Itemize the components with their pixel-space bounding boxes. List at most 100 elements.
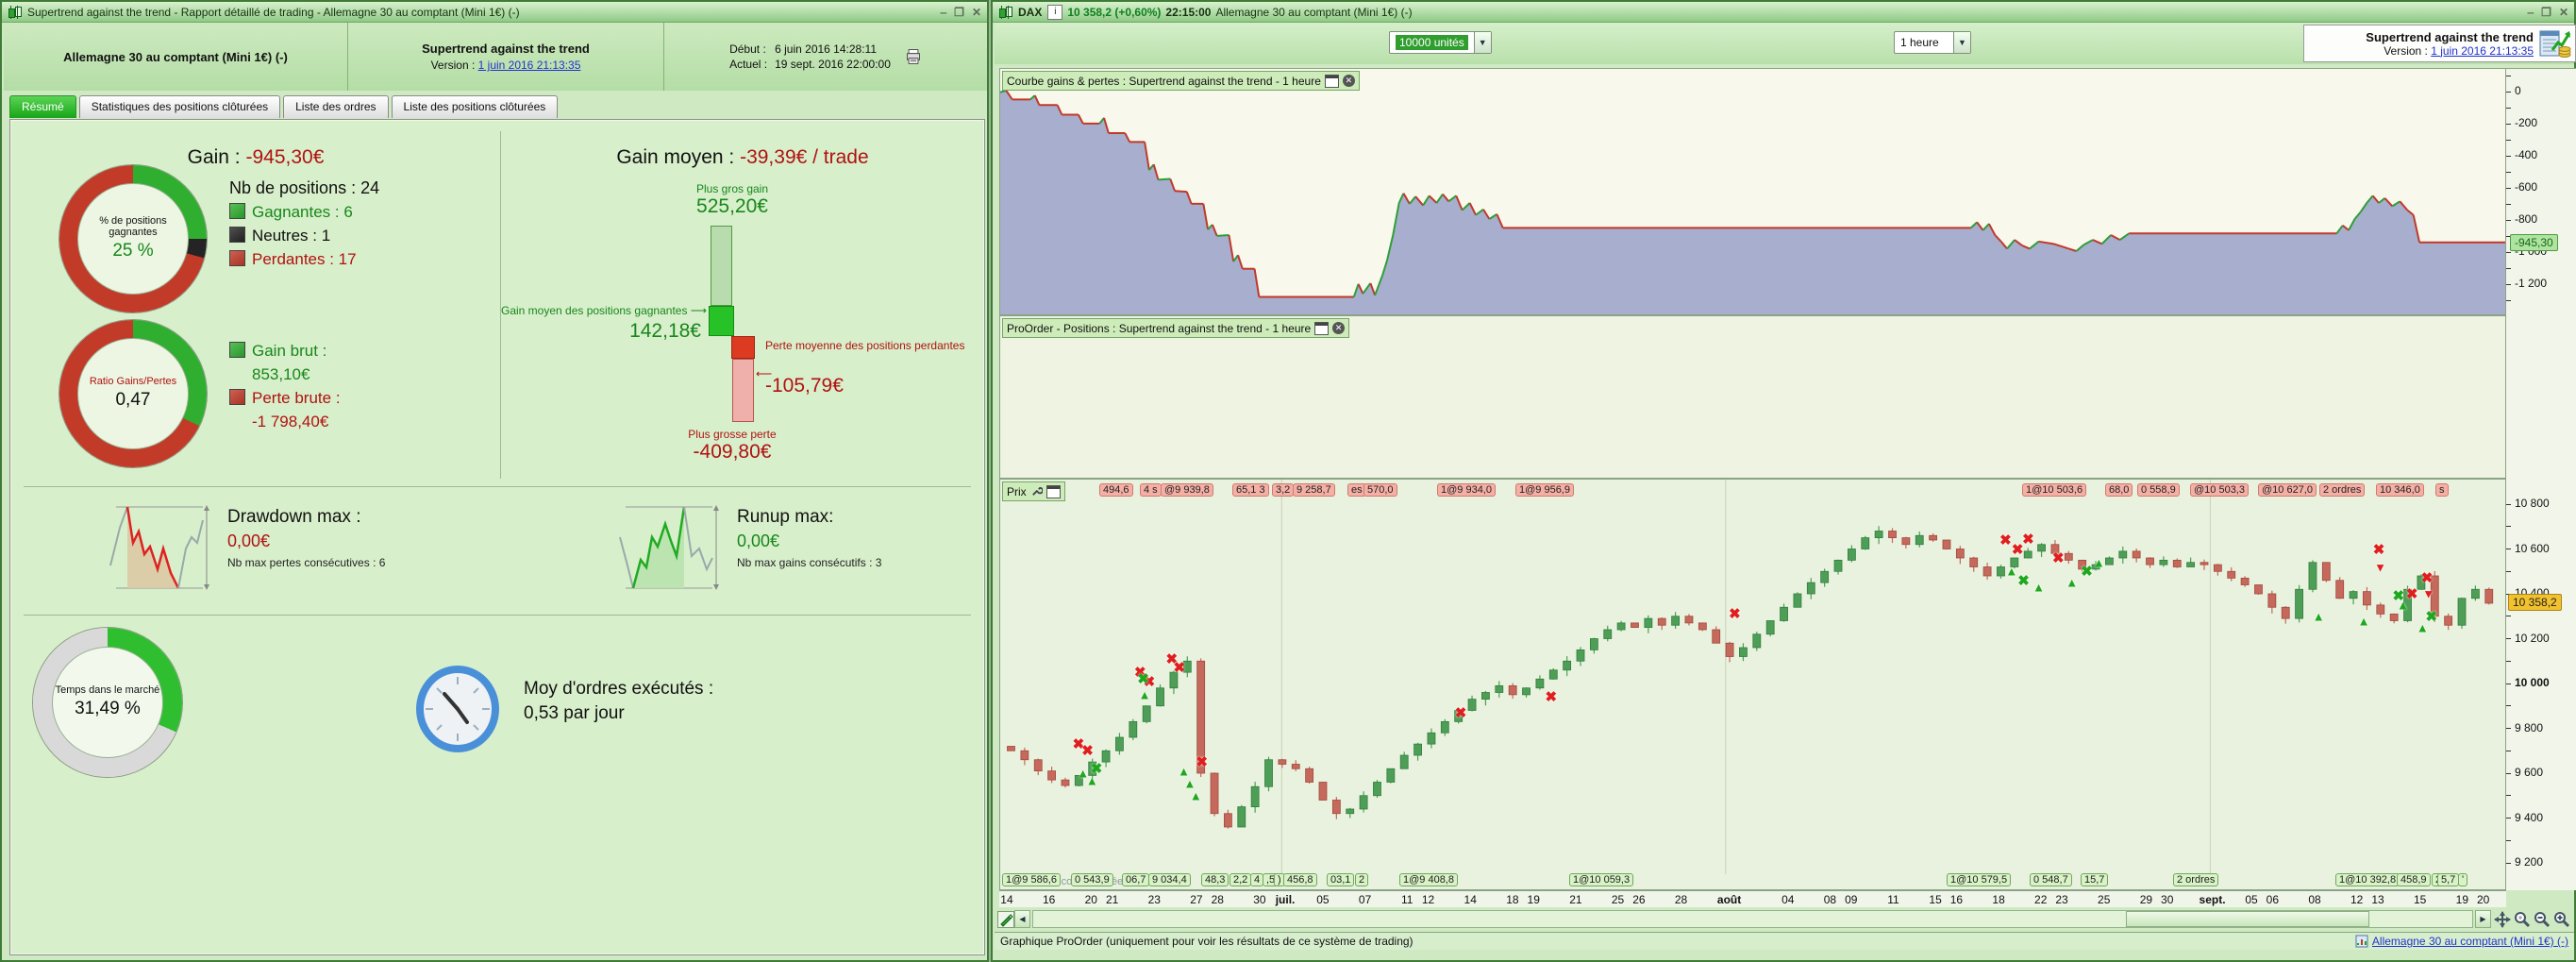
positions-pane-header[interactable]: ProOrder - Positions : Supertrend agains… xyxy=(1002,318,1350,338)
order-entry-badge[interactable]: 1@10 579,5 xyxy=(1947,873,2012,886)
date-tick-label: 18 xyxy=(1506,893,1519,906)
strategy-box[interactable]: Supertrend against the trend Version : 1… xyxy=(2303,25,2576,62)
tab-statistiques[interactable]: Statistiques des positions clôturées xyxy=(78,95,281,118)
order-price-badge[interactable]: 65,1 3 xyxy=(1232,483,1269,497)
close-icon[interactable]: ✕ xyxy=(1342,75,1355,87)
units-dropdown[interactable]: 10000 unités ▼ xyxy=(1389,31,1492,54)
zoom-fit-icon[interactable] xyxy=(2514,911,2531,928)
close-icon[interactable]: ✕ xyxy=(1332,322,1346,334)
minor-tick xyxy=(2506,818,2511,819)
order-price-badge[interactable]: s xyxy=(2435,483,2449,497)
minor-tick xyxy=(2506,638,2511,639)
gains-pane-header[interactable]: Courbe gains & pertes : Supertrend again… xyxy=(1002,71,1360,91)
chart-scrollbar[interactable] xyxy=(1032,910,2473,928)
order-entry-badge[interactable]: 2 xyxy=(1355,873,1369,886)
order-entry-badge[interactable]: 0 548,7 xyxy=(2030,873,2072,886)
tab-resume[interactable]: Résumé xyxy=(9,95,76,118)
version-link[interactable]: 1 juin 2016 21:13:35 xyxy=(478,59,581,72)
order-price-badge[interactable]: 9 258,7 xyxy=(1293,483,1335,497)
order-entry-badge[interactable]: 9 034,4 xyxy=(1148,873,1191,886)
order-entry-badge[interactable]: 1@10 392,8 xyxy=(2335,873,2400,886)
order-entry-badge[interactable]: 0 543,9 xyxy=(1071,873,1113,886)
order-price-badge[interactable]: 494,6 xyxy=(1099,483,1133,497)
panel-icon[interactable] xyxy=(1045,484,1061,498)
order-entry-badge[interactable]: 5,7 xyxy=(2437,873,2460,886)
info-icon[interactable]: i xyxy=(1047,4,1063,20)
order-entry-badge[interactable]: 1@9 586,6 xyxy=(1002,873,1061,886)
date-tick-label: 23 xyxy=(1147,893,1161,906)
max-gain-label: Plus gros gain xyxy=(695,182,769,195)
order-price-badge[interactable]: 1@9 956,9 xyxy=(1515,483,1574,497)
version-link[interactable]: 1 juin 2016 21:13:35 xyxy=(2431,44,2534,58)
tab-liste-ordres[interactable]: Liste des ordres xyxy=(283,95,389,118)
order-entry-badge[interactable]: 458,9 xyxy=(2397,873,2431,886)
donut-value: 25 % xyxy=(112,241,154,262)
order-entry-badge[interactable]: 48,3 xyxy=(1201,873,1229,886)
winning-exit-marker: ✖ xyxy=(2425,608,2438,625)
order-price-badge[interactable]: 4 s xyxy=(1140,483,1162,497)
order-price-badge[interactable]: 2 ordres xyxy=(2319,483,2366,497)
order-entry-badge[interactable]: 2 ordres xyxy=(2173,873,2219,886)
order-price-badge[interactable]: 1@9 934,0 xyxy=(1437,483,1496,497)
order-entry-badge[interactable]: 06,7 xyxy=(1122,873,1150,886)
minor-tick xyxy=(2506,267,2511,269)
quote-time: 22:15:00 xyxy=(1165,5,1212,19)
order-entry-badge[interactable]: ' xyxy=(2458,873,2468,886)
gains-curve-pane[interactable]: Courbe gains & pertes : Supertrend again… xyxy=(999,68,2506,315)
chart-titlebar[interactable]: DAX i 10 358,2 (+0,60%) 22:15:00 Allemag… xyxy=(993,2,2574,23)
price-label-badge[interactable]: Prix xyxy=(1002,481,1065,501)
date-tick-label: 22 xyxy=(2034,893,2048,906)
gross-gain-value: 853,10€ xyxy=(252,365,310,383)
avg-gain-heading: Gain moyen : -39,39€ / trade xyxy=(616,146,869,168)
report-titlebar[interactable]: Supertrend against the trend - Rapport d… xyxy=(2,2,987,23)
restore-button[interactable]: ❐ xyxy=(2541,6,2551,19)
price-pane[interactable]: Prix 494,6 4 s @9 939,8 65,1 3 3,2 9 258,7 es 5… xyxy=(999,479,2506,890)
adjust-scale-icon[interactable] xyxy=(2494,910,2511,928)
chevron-down-icon: ▼ xyxy=(1473,32,1491,53)
zoom-in-icon[interactable] xyxy=(2553,911,2570,928)
order-price-badge[interactable]: 3,2 xyxy=(1272,483,1295,497)
order-price-badge[interactable]: 1@10 503,6 xyxy=(2022,483,2087,497)
minimize-button[interactable]: ‒ xyxy=(2527,6,2534,19)
instrument-doc-icon xyxy=(2355,935,2368,948)
restore-button[interactable]: ❐ xyxy=(954,6,964,19)
positions-legend: Nb de positions : 24 Gagnantes : 6 Neutr… xyxy=(229,178,380,268)
donut-label: % de positions gagnantes xyxy=(99,215,167,239)
order-price-badge[interactable]: @10 503,3 xyxy=(2190,483,2249,497)
date-tick-label: 30 xyxy=(2161,893,2174,906)
avg-loss-value: -105,79€ xyxy=(765,375,844,397)
printer-icon[interactable] xyxy=(905,48,922,65)
minimize-button[interactable]: ‒ xyxy=(940,6,946,19)
order-price-badge[interactable]: @9 939,8 xyxy=(1161,483,1213,497)
scroll-right-button[interactable]: ▶ xyxy=(2475,910,2491,928)
scroll-left-button[interactable]: ◀ xyxy=(1014,910,1030,928)
zoom-out-icon[interactable] xyxy=(2534,911,2551,928)
timeframe-dropdown[interactable]: 1 heure ▼ xyxy=(1894,31,1971,54)
positions-pane[interactable]: ProOrder - Positions : Supertrend agains… xyxy=(999,315,2506,479)
order-price-badge[interactable]: 570,0 xyxy=(1363,483,1397,497)
order-entry-badge[interactable]: 4 xyxy=(1250,873,1264,886)
avg-loss-bar xyxy=(731,336,755,359)
panel-icon[interactable] xyxy=(1324,74,1339,88)
panel-icon[interactable] xyxy=(1314,321,1330,335)
chart-area: Courbe gains & pertes : Supertrend again… xyxy=(995,64,2576,907)
order-entry-badge[interactable]: 1@9 408,8 xyxy=(1399,873,1458,886)
order-price-badge[interactable]: @10 627,0 xyxy=(2258,483,2317,497)
tab-liste-positions[interactable]: Liste des positions clôturées xyxy=(391,95,559,118)
order-entry-badge[interactable]: 2,2 xyxy=(1229,873,1252,886)
section-divider xyxy=(24,486,971,487)
close-button[interactable]: ✕ xyxy=(972,6,981,19)
close-button[interactable]: ✕ xyxy=(2559,6,2568,19)
order-entry-badge[interactable]: 1@10 059,3 xyxy=(1569,873,1634,886)
draw-pencil-icon[interactable] xyxy=(997,910,1014,928)
order-price-badge[interactable]: 68,0 xyxy=(2105,483,2133,497)
order-price-badge[interactable]: 0 558,9 xyxy=(2137,483,2180,497)
minor-tick xyxy=(2506,107,2511,109)
scrollbar-thumb[interactable] xyxy=(2126,911,2369,927)
order-entry-badge[interactable]: 03,1 xyxy=(1327,873,1355,886)
wrench-icon[interactable] xyxy=(1030,485,1043,498)
order-price-badge[interactable]: 10 346,0 xyxy=(2376,483,2424,497)
order-entry-badge[interactable]: 15,7 xyxy=(2081,873,2109,886)
instrument-link[interactable]: Allemagne 30 au comptant (Mini 1€) (-) xyxy=(2372,935,2568,948)
order-entry-badge[interactable]: 456,8 xyxy=(1283,873,1317,886)
